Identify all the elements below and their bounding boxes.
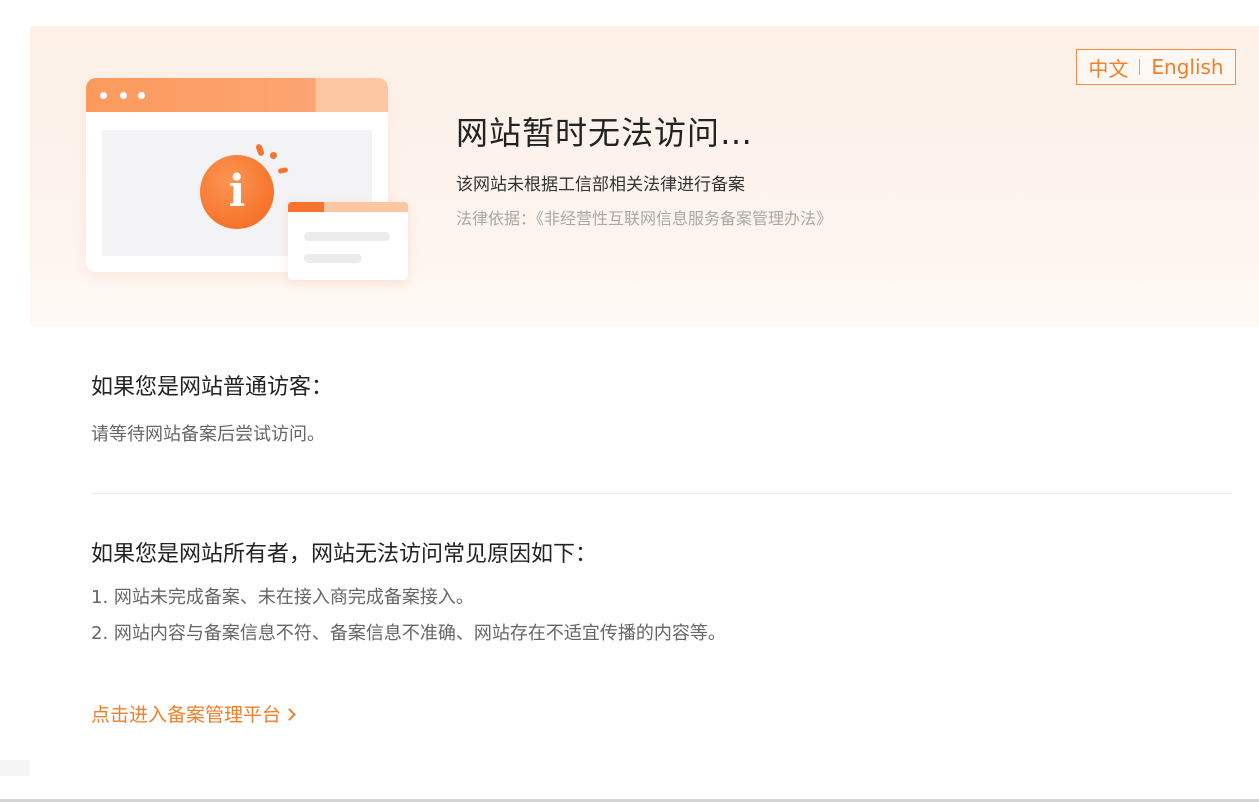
page-title: 网站暂时无法访问… (456, 114, 754, 152)
lang-en-option[interactable]: English (1151, 55, 1223, 79)
list-item: 2. 网站内容与备案信息不符、备案信息不准确、网站存在不适宜传播的内容等。 (91, 623, 726, 644)
lang-zh-option[interactable]: 中文 (1088, 53, 1128, 82)
visitor-text: 请等待网站备案后尝试访问。 (91, 424, 325, 445)
hero-description: 该网站未根据工信部相关法律进行备案 (456, 175, 745, 195)
chevron-right-icon (283, 708, 296, 721)
section-divider (91, 493, 1231, 494)
legal-basis-text: 法律依据：《非经营性互联网信息服务备案管理办法》 (456, 209, 833, 228)
corner-mark (0, 760, 30, 776)
error-page: 中文 English i 网站暂时无法访问… 该网站未根据工信部相关法律进行备案… (0, 0, 1259, 802)
reason-list: 1. 网站未完成备案、未在接入商完成备案接入。 2. 网站内容与备案信息不符、备… (91, 586, 726, 658)
browser-titlebar-graphic (86, 78, 388, 112)
window-dot (100, 92, 107, 99)
browser-illustration: i (86, 78, 416, 288)
window-dot (138, 92, 145, 99)
list-item: 1. 网站未完成备案、未在接入商完成备案接入。 (91, 587, 474, 608)
lang-divider (1139, 59, 1141, 75)
card-line (304, 254, 362, 263)
filing-platform-link[interactable]: 点击进入备案管理平台 (91, 700, 296, 727)
owner-heading: 如果您是网站所有者，网站无法访问常见原因如下： (91, 542, 598, 567)
spark-mark (270, 152, 277, 159)
card-header-graphic (288, 202, 408, 212)
language-switch: 中文 English (1076, 49, 1236, 85)
info-icon: i (200, 155, 274, 229)
visitor-heading: 如果您是网站普通访客： (91, 375, 334, 400)
card-line (304, 232, 390, 241)
popup-card-graphic (288, 202, 408, 280)
filing-platform-link-label: 点击进入备案管理平台 (91, 704, 282, 726)
window-dot (120, 92, 127, 99)
